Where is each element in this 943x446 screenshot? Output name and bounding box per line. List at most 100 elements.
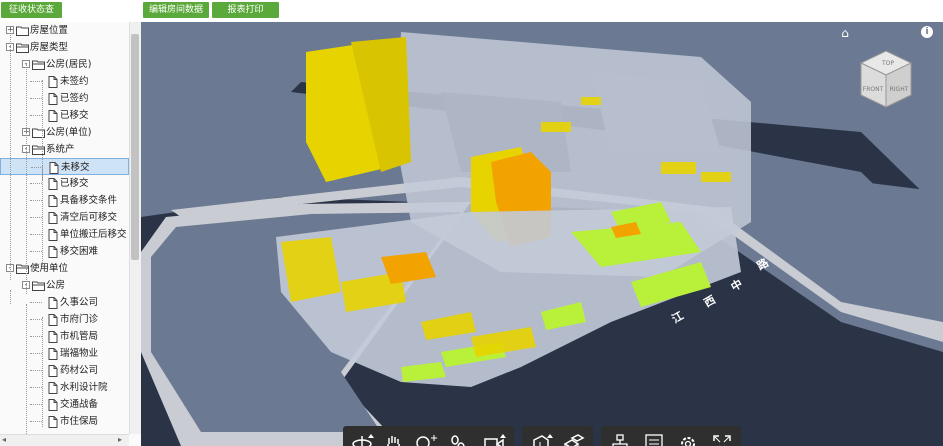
tree-connector <box>10 30 11 280</box>
tree-node-label: 房屋类型 <box>30 42 69 53</box>
sidebar-tree: + 房屋位置 - 房屋类型 - 公房(居民) 未签约已签约已移交 + 公房(单位) - 系统产未移交… <box>0 22 142 446</box>
tree-connector <box>10 290 11 304</box>
tree-connector <box>26 304 27 434</box>
zoom-icon[interactable] <box>413 432 439 446</box>
tree-node[interactable]: 水利设计院 <box>0 379 129 396</box>
tree-node-label: 系统产 <box>46 144 75 155</box>
section-icon[interactable] <box>528 432 554 446</box>
tree-node-label: 公房 <box>46 280 66 291</box>
settings-toolbar <box>601 426 741 446</box>
tree-node[interactable]: 交通战备 <box>0 396 129 413</box>
home-icon[interactable]: ⌂ <box>838 26 852 40</box>
scene-canvas[interactable] <box>141 22 943 446</box>
info-icon[interactable]: i <box>921 26 933 38</box>
horizontal-scrollbar[interactable]: ◂ ▸ <box>0 434 129 446</box>
scroll-right-icon[interactable]: ▸ <box>118 435 122 444</box>
tree-node[interactable]: 单位搬迁后移交 <box>0 226 129 243</box>
tree-node[interactable]: 未签约 <box>0 73 129 90</box>
model-viewer[interactable]: 江西中路 ⌂ i TOP FRONT RIGHT <box>141 22 943 446</box>
tree-node-label: 已移交 <box>60 178 89 189</box>
tree-connector <box>30 353 42 354</box>
tree-connector <box>42 165 43 265</box>
tree-connector <box>30 98 42 99</box>
tree-connector <box>30 183 42 184</box>
tree-node-label: 已移交 <box>60 110 89 121</box>
navigation-toolbar <box>343 426 514 446</box>
tree-node-label: 药材公司 <box>60 365 99 376</box>
tree-connector <box>30 115 42 116</box>
tree-connector <box>30 251 42 252</box>
tree-node[interactable]: - 使用单位 <box>0 260 129 277</box>
edit-room-data-button[interactable]: 编辑房间数据 <box>143 2 209 18</box>
tree-connector <box>30 370 42 371</box>
tree-node[interactable]: - 公房 <box>0 277 129 294</box>
tree-node-label: 水利设计院 <box>60 382 108 393</box>
document-icon <box>48 416 58 434</box>
tree-node[interactable]: 药材公司 <box>0 362 129 379</box>
tree-node[interactable]: 已移交 <box>0 107 129 124</box>
tree-node-label: 未签约 <box>60 76 89 87</box>
tree-node[interactable]: 具备移交条件 <box>0 192 129 209</box>
settings-icon[interactable] <box>675 432 701 446</box>
tree-node[interactable]: 市机管局 <box>0 328 129 345</box>
tree-connector <box>30 200 42 201</box>
tree-connector <box>30 217 42 218</box>
tree-node[interactable]: 移交困难 <box>0 243 129 260</box>
tree-connector <box>30 234 42 235</box>
top-bar: 征收状态查看 编辑房间数据 报表打印 <box>0 0 943 31</box>
tree-node[interactable]: + 房屋位置 <box>0 22 129 39</box>
tree-node-label: 久事公司 <box>60 297 99 308</box>
tree-node[interactable]: 市府门诊 <box>0 311 129 328</box>
fullscreen-icon[interactable] <box>709 432 735 446</box>
tree-node[interactable]: 已签约 <box>0 90 129 107</box>
cube-front-label: FRONT <box>863 86 884 93</box>
tree-node-label: 清空后可移交 <box>60 212 118 223</box>
tree-connector <box>30 421 42 422</box>
tree-node-label: 公房(居民) <box>46 59 92 70</box>
view-cube[interactable]: TOP FRONT RIGHT <box>857 49 915 111</box>
tree-node[interactable]: 清空后可移交 <box>0 209 129 226</box>
tree-connector <box>30 302 42 303</box>
tree-node-label: 未移交 <box>61 162 90 173</box>
tree-node-label: 市府门诊 <box>60 314 99 325</box>
tree-node[interactable]: - 公房(居民) <box>0 56 129 73</box>
walk-icon[interactable] <box>445 432 471 446</box>
tree-node[interactable]: 久事公司 <box>0 294 129 311</box>
tree-connector <box>30 81 42 82</box>
tree-node-label: 移交困难 <box>60 246 99 257</box>
cube-top-label: TOP <box>881 60 894 67</box>
tree-node-label: 使用单位 <box>30 263 69 274</box>
tree-node-label: 市住保局 <box>60 416 99 427</box>
tree-connector <box>26 64 27 294</box>
status-view-button[interactable]: 征收状态查看 <box>1 2 62 31</box>
vertical-scrollbar[interactable] <box>129 22 141 434</box>
tree-node-label: 交通战备 <box>60 399 99 410</box>
report-print-button[interactable]: 报表打印 <box>212 2 279 18</box>
tree-node[interactable]: - 系统产 <box>0 141 129 158</box>
pan-icon[interactable] <box>381 432 407 446</box>
properties-icon[interactable] <box>641 432 667 446</box>
tree-node[interactable]: 市住保局 <box>0 413 129 430</box>
tree-connector <box>30 387 42 388</box>
model-tree-icon[interactable] <box>607 432 633 446</box>
tree-node[interactable]: 瑞福物业 <box>0 345 129 362</box>
tree-node[interactable]: + 公房(单位) <box>0 124 129 141</box>
tree-node[interactable]: 未移交 <box>0 158 129 175</box>
tree-node-label: 瑞福物业 <box>60 348 99 359</box>
tree-node[interactable]: 已移交 <box>0 175 129 192</box>
tree-connector <box>30 404 42 405</box>
tree-connector <box>42 317 43 427</box>
model-toolbar <box>522 426 593 446</box>
tree-node[interactable]: - 房屋类型 <box>0 39 129 56</box>
camera-icon[interactable] <box>481 432 507 446</box>
tree-node-label: 具备移交条件 <box>60 195 118 206</box>
tree-node-label: 公房(单位) <box>46 127 92 138</box>
scrollbar-thumb[interactable] <box>131 34 139 260</box>
tree-node-label: 单位搬迁后移交 <box>60 229 127 240</box>
tree-node-label: 市机管局 <box>60 331 99 342</box>
scroll-left-icon[interactable]: ◂ <box>2 435 6 444</box>
explode-icon[interactable] <box>560 432 586 446</box>
tree-node-label: 已签约 <box>60 93 89 104</box>
orbit-icon[interactable] <box>349 432 375 446</box>
tree-connector <box>30 319 42 320</box>
